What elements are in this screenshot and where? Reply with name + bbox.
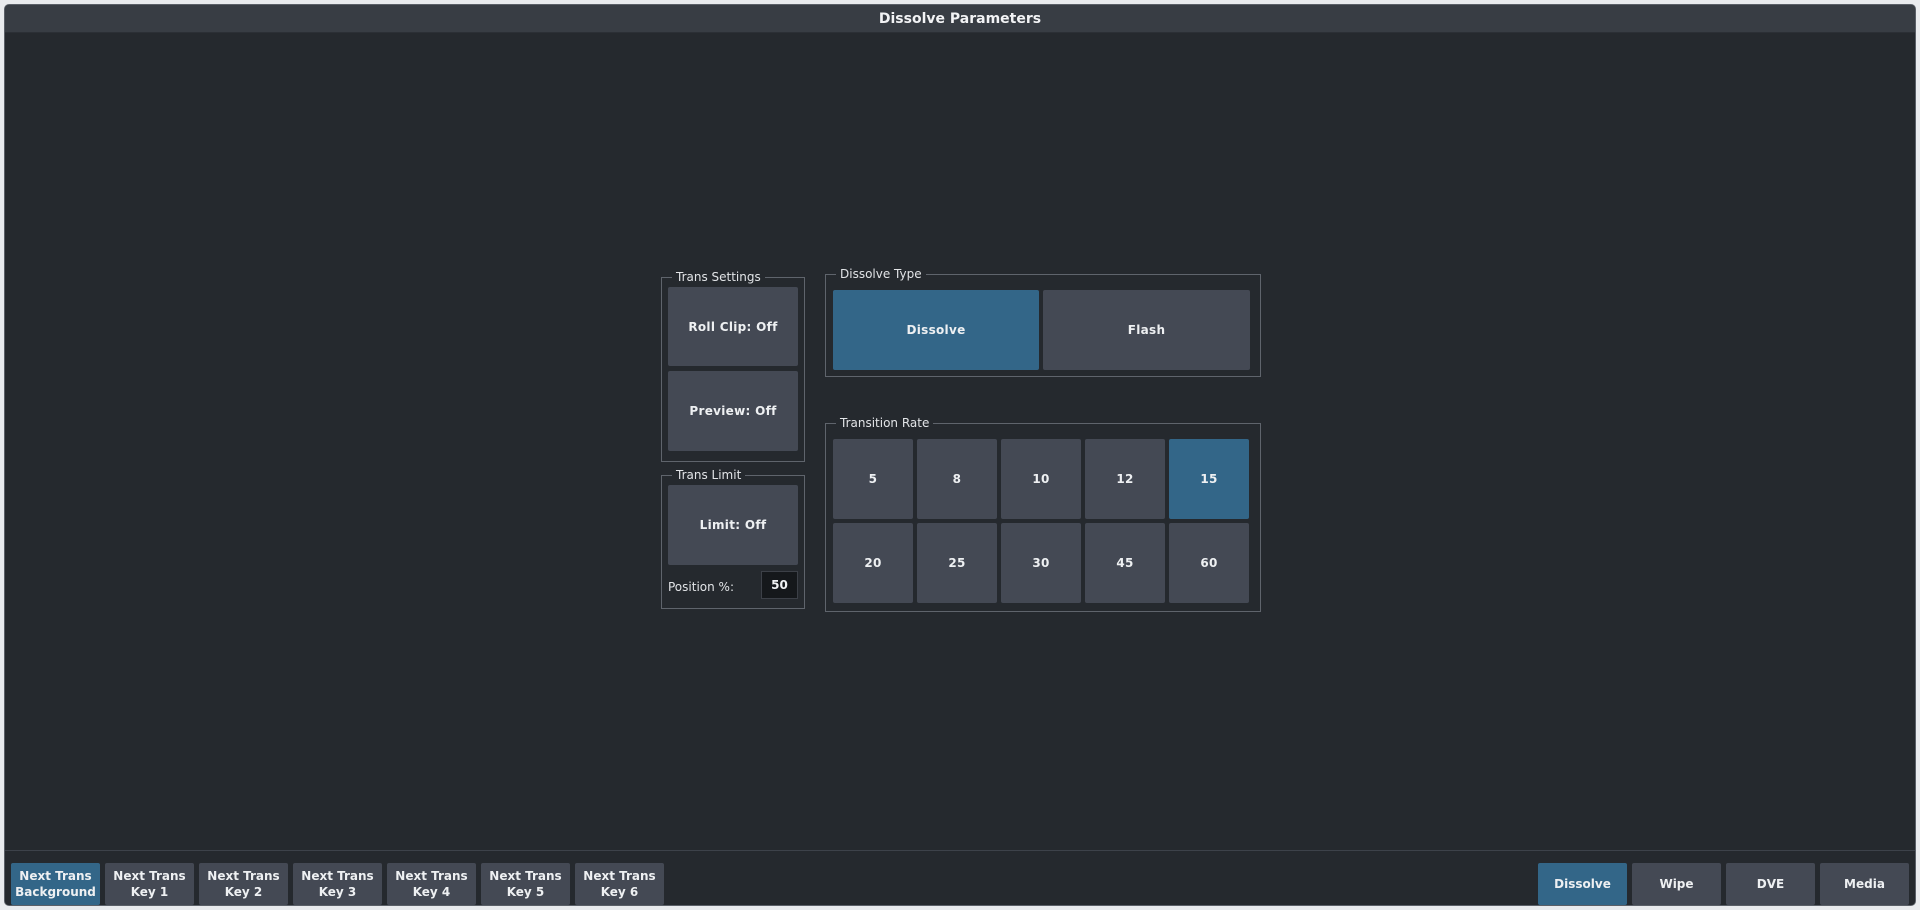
transition-rate-group: Transition Rate 5 8 10 12 15 20 25 30 45…: [825, 415, 1261, 612]
bottom-toolbar: Next Trans Background Next Trans Key 1 N…: [5, 850, 1915, 905]
rate-button-60[interactable]: 60: [1169, 523, 1249, 603]
rate-button-10[interactable]: 10: [1001, 439, 1081, 519]
dissolve-parameters-window: Dissolve Parameters Trans Settings Roll …: [4, 4, 1916, 906]
next-trans-line1: Next Trans: [207, 869, 280, 883]
rate-button-15[interactable]: 15: [1169, 439, 1249, 519]
rate-button-8[interactable]: 8: [917, 439, 997, 519]
next-trans-key2-button[interactable]: Next Trans Key 2: [199, 863, 288, 905]
next-trans-line1: Next Trans: [301, 869, 374, 883]
window-title: Dissolve Parameters: [5, 5, 1915, 33]
rate-button-20[interactable]: 20: [833, 523, 913, 603]
next-trans-line2: Key 1: [130, 885, 169, 899]
next-trans-key1-button[interactable]: Next Trans Key 1: [105, 863, 194, 905]
next-trans-key4-button[interactable]: Next Trans Key 4: [387, 863, 476, 905]
roll-clip-button[interactable]: Roll Clip: Off: [668, 287, 798, 366]
tab-dissolve[interactable]: Dissolve: [1538, 863, 1627, 905]
next-trans-key6-button[interactable]: Next Trans Key 6: [575, 863, 664, 905]
trans-settings-group: Trans Settings Roll Clip: Off Preview: O…: [661, 269, 805, 462]
rate-button-12[interactable]: 12: [1085, 439, 1165, 519]
limit-button[interactable]: Limit: Off: [668, 485, 798, 565]
transition-rate-legend: Transition Rate: [836, 415, 934, 431]
rate-button-25[interactable]: 25: [917, 523, 997, 603]
next-trans-line2: Background: [15, 885, 96, 899]
next-trans-line2: Key 3: [318, 885, 357, 899]
next-trans-key5-button[interactable]: Next Trans Key 5: [481, 863, 570, 905]
dissolve-type-legend: Dissolve Type: [836, 266, 926, 282]
next-trans-line2: Key 5: [506, 885, 545, 899]
next-trans-line1: Next Trans: [395, 869, 468, 883]
dissolve-type-dissolve-button[interactable]: Dissolve: [833, 290, 1039, 370]
rate-button-45[interactable]: 45: [1085, 523, 1165, 603]
next-trans-line1: Next Trans: [19, 869, 92, 883]
next-trans-line1: Next Trans: [583, 869, 656, 883]
trans-settings-legend: Trans Settings: [672, 269, 765, 285]
rate-button-30[interactable]: 30: [1001, 523, 1081, 603]
next-trans-line2: Key 2: [224, 885, 263, 899]
next-trans-line1: Next Trans: [489, 869, 562, 883]
preview-button[interactable]: Preview: Off: [668, 371, 798, 451]
next-trans-line2: Key 6: [600, 885, 639, 899]
tab-media[interactable]: Media: [1820, 863, 1909, 905]
tab-dve[interactable]: DVE: [1726, 863, 1815, 905]
rate-button-5[interactable]: 5: [833, 439, 913, 519]
position-label: Position %:: [668, 580, 734, 594]
dissolve-type-group: Dissolve Type Dissolve Flash: [825, 266, 1261, 377]
next-trans-key3-button[interactable]: Next Trans Key 3: [293, 863, 382, 905]
next-trans-background-button[interactable]: Next Trans Background: [11, 863, 100, 905]
trans-limit-legend: Trans Limit: [672, 467, 746, 483]
position-input[interactable]: 50: [761, 571, 798, 599]
next-trans-line2: Key 4: [412, 885, 451, 899]
tab-wipe[interactable]: Wipe: [1632, 863, 1721, 905]
dissolve-type-flash-button[interactable]: Flash: [1043, 290, 1250, 370]
trans-limit-group: Trans Limit Limit: Off Position %: 50: [661, 467, 805, 609]
next-trans-line1: Next Trans: [113, 869, 186, 883]
